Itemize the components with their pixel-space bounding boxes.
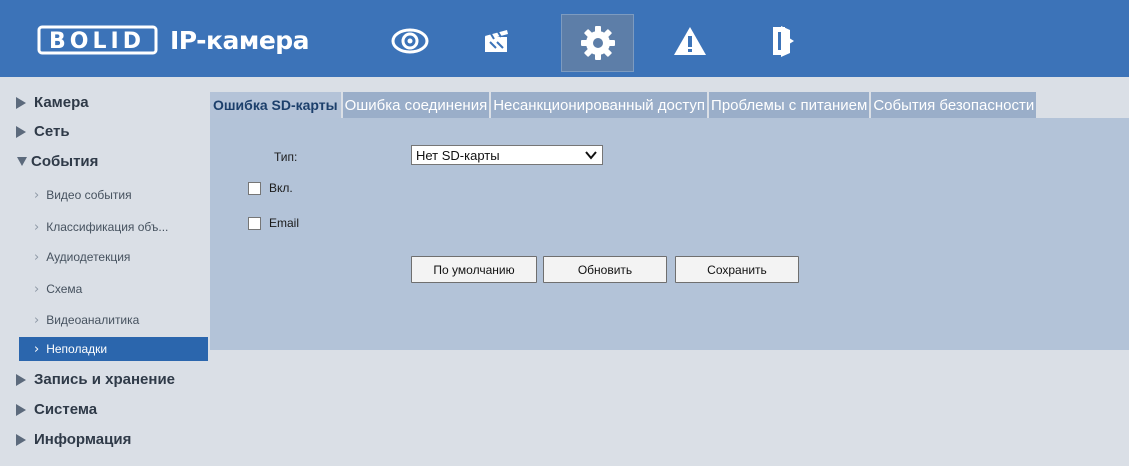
sidebar-item-system[interactable]: Система [16, 401, 97, 418]
sidebar-item-recording[interactable]: Запись и хранение [16, 371, 175, 388]
sidebar-sub-video-events[interactable]: › Видео события [19, 183, 208, 207]
clapper-icon [485, 30, 508, 52]
collapse-arrow-icon [17, 157, 27, 166]
enable-label: Вкл. [269, 181, 293, 195]
sidebar-item-network[interactable]: Сеть [16, 123, 70, 140]
tab-security-events[interactable]: События безопасности [871, 92, 1037, 118]
gear-icon [580, 26, 615, 60]
sidebar-sub-video-analytics[interactable]: › Видеоаналитика [19, 308, 208, 332]
chevron-right-icon: › [34, 312, 40, 328]
sidebar-item-events[interactable]: События [16, 153, 98, 170]
sidebar-sub-label: Классификация объ... [46, 220, 169, 234]
sidebar-sub-label: Неполадки [46, 342, 108, 356]
chevron-right-icon: › [34, 249, 40, 265]
email-checkbox[interactable] [248, 217, 261, 230]
chevron-right-icon: › [34, 219, 40, 235]
expand-arrow-icon [16, 433, 26, 446]
warning-icon [674, 27, 706, 55]
sidebar-sub-label: Схема [46, 282, 83, 296]
tab-unauthorized-access[interactable]: Несанкционированный доступ [491, 92, 708, 118]
chevron-down-icon [585, 151, 597, 160]
app-title: IP-камера [170, 25, 310, 55]
sidebar-item-info[interactable]: Информация [16, 431, 131, 448]
expand-arrow-icon [16, 373, 26, 386]
sidebar-sub-audio-detection[interactable]: › Аудиодетекция [19, 245, 208, 269]
sidebar-item-label: Запись и хранение [34, 371, 176, 388]
chevron-right-icon: › [34, 341, 40, 357]
chevron-right-icon: › [34, 187, 40, 203]
logo: BOLID IP-камера [37, 20, 310, 60]
sidebar-sub-schema[interactable]: › Схема [19, 277, 208, 301]
playback-button[interactable] [467, 14, 527, 68]
expand-arrow-icon [16, 125, 26, 138]
settings-button[interactable] [561, 14, 634, 72]
svg-text:BOLID: BOLID [49, 29, 145, 54]
top-header: BOLID IP-камера [0, 0, 1129, 77]
tab-sd-error[interactable]: Ошибка SD-карты [210, 92, 341, 118]
logout-button[interactable] [753, 14, 813, 68]
type-select-value: Нет SD-карты [416, 147, 500, 163]
type-label: Тип: [274, 150, 298, 164]
sidebar: Камера Сеть События › Видео события › Кл… [0, 77, 212, 466]
chevron-right-icon: › [34, 281, 40, 297]
brand-logo-icon: BOLID [37, 25, 158, 55]
sidebar-item-label: Сеть [34, 123, 70, 140]
sidebar-item-camera[interactable]: Камера [16, 94, 89, 111]
settings-panel [210, 118, 1129, 350]
type-select[interactable]: Нет SD-карты [411, 145, 603, 165]
sidebar-item-label: Система [34, 401, 98, 418]
tab-power-problems[interactable]: Проблемы с питанием [709, 92, 870, 118]
tab-bar: Ошибка SD-карты Ошибка соединения Несанк… [210, 92, 1038, 118]
save-button[interactable]: Сохранить [675, 256, 799, 283]
expand-arrow-icon [16, 403, 26, 416]
sidebar-sub-faults[interactable]: › Неполадки [19, 337, 208, 361]
sidebar-item-label: Камера [34, 94, 89, 111]
expand-arrow-icon [16, 96, 26, 109]
refresh-button[interactable]: Обновить [543, 256, 667, 283]
alarm-button[interactable] [660, 14, 720, 68]
sidebar-item-label: Информация [34, 431, 132, 448]
sidebar-sub-label: Аудиодетекция [46, 250, 131, 264]
email-label: Email [269, 216, 300, 230]
sidebar-sub-object-classification[interactable]: › Классификация объ... [19, 215, 208, 239]
sidebar-sub-label: Видео события [46, 188, 132, 202]
exit-icon [773, 26, 794, 57]
sidebar-item-label: События [31, 153, 99, 170]
tab-connection-error[interactable]: Ошибка соединения [342, 92, 490, 118]
default-button[interactable]: По умолчанию [411, 256, 537, 283]
eye-icon [391, 28, 429, 54]
enable-checkbox[interactable] [248, 182, 261, 195]
live-view-button[interactable] [380, 14, 440, 68]
sidebar-sub-label: Видеоаналитика [46, 313, 140, 327]
